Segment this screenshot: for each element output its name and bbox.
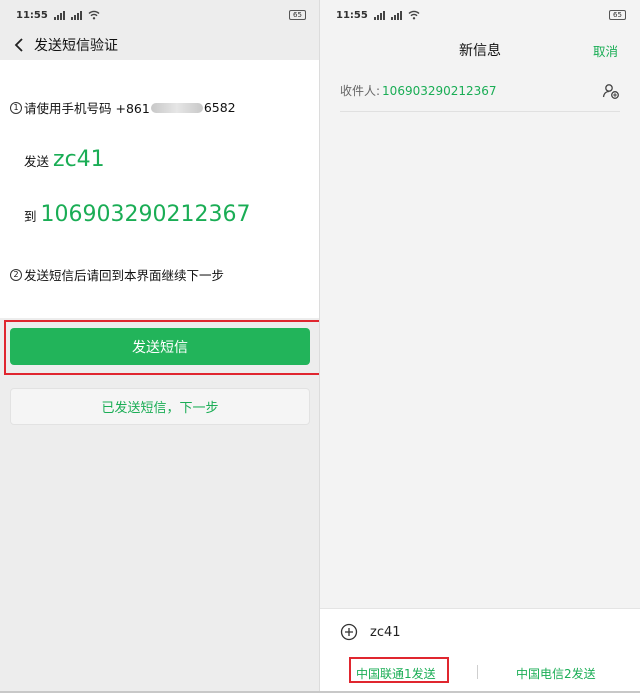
target-number: 106903290212367 xyxy=(40,202,251,227)
to-label: 到 xyxy=(24,209,37,224)
recipient-label: 收件人: xyxy=(340,84,381,98)
signal-icon xyxy=(390,10,402,20)
status-bar: 11:55 65 xyxy=(320,0,640,30)
send-label: 发送 xyxy=(24,154,50,169)
step-2: 2 发送短信后请回到本界面继续下一步 xyxy=(10,265,310,284)
status-time: 11:55 xyxy=(16,9,48,21)
wifi-icon xyxy=(408,10,420,20)
separator xyxy=(477,665,478,679)
new-message-screen: 11:55 65 新信息 取消 收件人: 106903290212367 zc4… xyxy=(320,0,640,693)
page-title: 发送短信验证 xyxy=(34,38,118,54)
masked-phone xyxy=(150,102,203,113)
recipient-field[interactable]: 收件人: 106903290212367 xyxy=(340,70,620,112)
top-area: 11:55 65 新信息 取消 xyxy=(320,0,640,70)
wifi-icon xyxy=(88,10,100,20)
step-1: 1 请使用手机号码 +861 6582 xyxy=(10,60,310,117)
step-1-text-tail: 6582 xyxy=(203,100,236,115)
signal-icon xyxy=(53,10,65,20)
button-area: 发送短信 已发送短信，下一步 xyxy=(0,318,320,693)
add-attachment-icon[interactable] xyxy=(340,623,358,641)
step-number: 1 xyxy=(10,101,22,114)
send-options: 中国联通1发送 中国电信2发送 xyxy=(320,655,640,691)
battery-icon: 65 xyxy=(609,10,626,20)
signal-icon xyxy=(373,10,385,20)
sms-verify-screen: 11:55 65 发送短信验证 1 请使用手机号码 +861 6582 发送 z… xyxy=(0,0,320,693)
sms-code: zc41 xyxy=(53,147,105,172)
highlight-box xyxy=(349,657,449,683)
step-1-text: 请使用手机号码 +861 xyxy=(24,101,150,116)
nav-bar: 新信息 取消 xyxy=(320,30,640,70)
signal-icon xyxy=(70,10,82,20)
recipient-number: 106903290212367 xyxy=(382,83,497,98)
add-contact-icon[interactable] xyxy=(602,82,620,100)
highlight-box xyxy=(4,320,320,375)
page-title: 新信息 xyxy=(459,43,501,59)
cancel-button[interactable]: 取消 xyxy=(593,41,618,60)
instructions: 1 请使用手机号码 +861 6582 发送 zc41 到 1069032902… xyxy=(0,60,320,318)
send-sim2-button[interactable]: 中国电信2发送 xyxy=(516,665,596,682)
send-code-line: 发送 zc41 xyxy=(10,147,310,172)
send-to-line: 到 106903290212367 xyxy=(10,202,310,227)
sent-next-button[interactable]: 已发送短信，下一步 xyxy=(10,388,310,425)
battery-icon: 65 xyxy=(289,10,306,20)
status-time: 11:55 xyxy=(336,9,368,21)
status-bar: 11:55 65 xyxy=(0,0,320,30)
step-2-text: 发送短信后请回到本界面继续下一步 xyxy=(24,268,225,283)
header: 发送短信验证 xyxy=(0,30,320,60)
compose-area: zc41 中国联通1发送 中国电信2发送 xyxy=(320,608,640,693)
step-number: 2 xyxy=(10,268,22,281)
message-input[interactable]: zc41 xyxy=(370,625,401,640)
back-icon[interactable] xyxy=(10,36,28,54)
message-thread xyxy=(320,112,640,608)
